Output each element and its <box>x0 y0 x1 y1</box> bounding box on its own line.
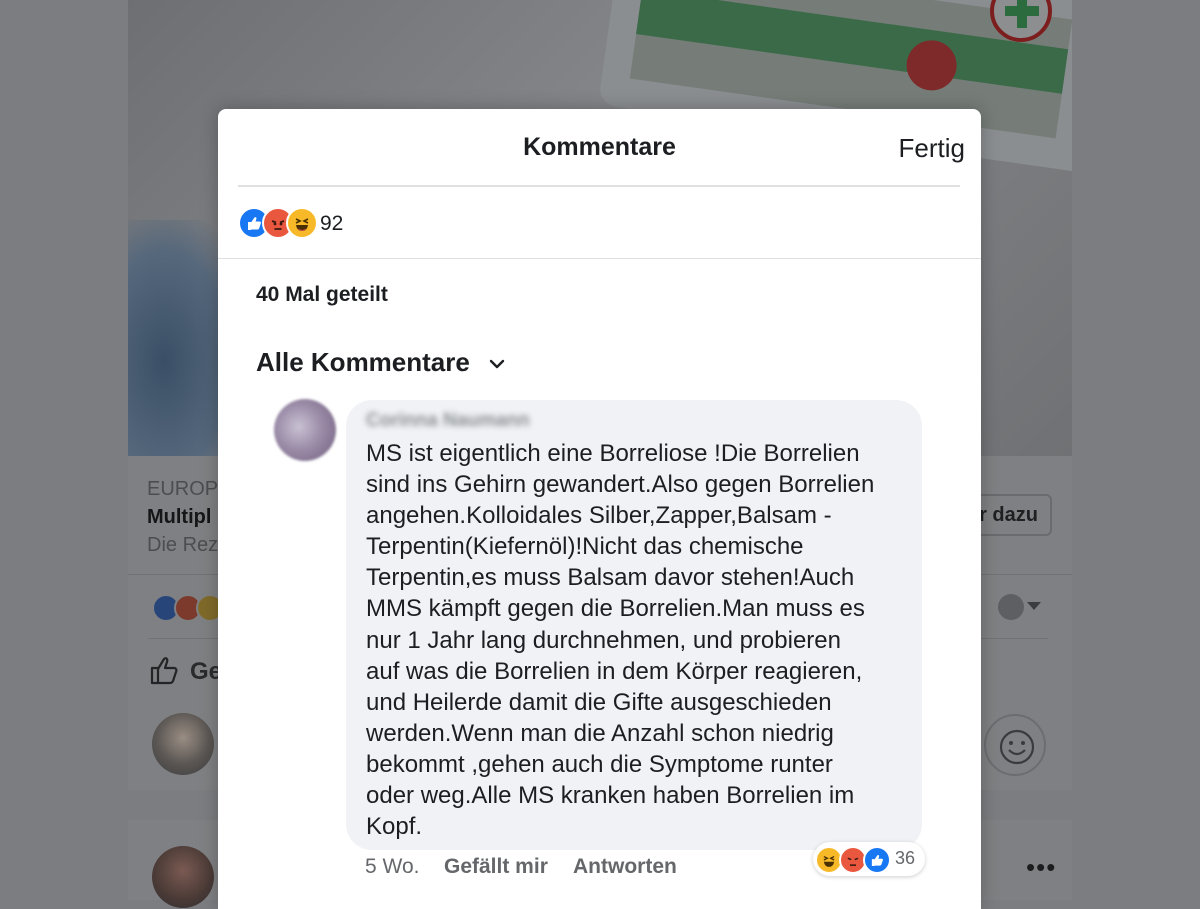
comment-reactions[interactable]: 36 <box>813 842 925 876</box>
background-thumbs-up-icon[interactable] <box>148 654 180 686</box>
comment-reaction-count: 36 <box>895 848 916 868</box>
comment-text: MS ist eigentlich eine Borreliose !Die B… <box>366 440 875 841</box>
comments-modal: Kommentare Fertig 92 40 Mal geteilt Alle… <box>218 109 981 909</box>
comment-timestamp[interactable]: 5 Wo. <box>365 855 419 879</box>
haha-icon <box>286 207 318 239</box>
background-viewer-avatar <box>998 594 1024 620</box>
section-divider <box>218 258 981 259</box>
reaction-count[interactable]: 92 <box>320 212 343 236</box>
background-link-description: Die Rez <box>147 534 219 556</box>
background-caret-icon <box>1027 602 1041 610</box>
like-icon <box>863 846 891 874</box>
comment-reply-button[interactable]: Antworten <box>573 855 677 879</box>
comment-filter-label: Alle Kommentare <box>256 347 470 377</box>
background-link-title: Multipl <box>147 506 212 528</box>
more-options-icon[interactable]: ••• <box>1026 852 1056 883</box>
background-join-button[interactable]: r dazu <box>972 494 1052 536</box>
background-emoji-button[interactable] <box>984 714 1046 776</box>
header-divider <box>238 185 960 187</box>
commenter-avatar[interactable] <box>274 399 336 461</box>
share-count[interactable]: 40 Mal geteilt <box>256 283 388 307</box>
background-link-source: EUROP <box>147 478 219 500</box>
modal-title: Kommentare <box>523 133 676 161</box>
chevron-down-icon <box>489 359 505 369</box>
comment-like-button[interactable]: Gefällt mir <box>444 855 548 879</box>
comment-author[interactable]: Corinna Naumann <box>366 410 530 432</box>
modal-header: Kommentare Fertig <box>218 109 981 187</box>
smiley-icon <box>999 729 1035 765</box>
comment-bubble: Corinna Naumann MS ist eigentlich eine B… <box>346 400 922 850</box>
done-button[interactable]: Fertig <box>899 133 965 164</box>
background-composer-avatar <box>152 713 214 775</box>
comment-filter-dropdown[interactable]: Alle Kommentare <box>256 347 505 378</box>
background-next-post-avatar <box>152 846 214 908</box>
